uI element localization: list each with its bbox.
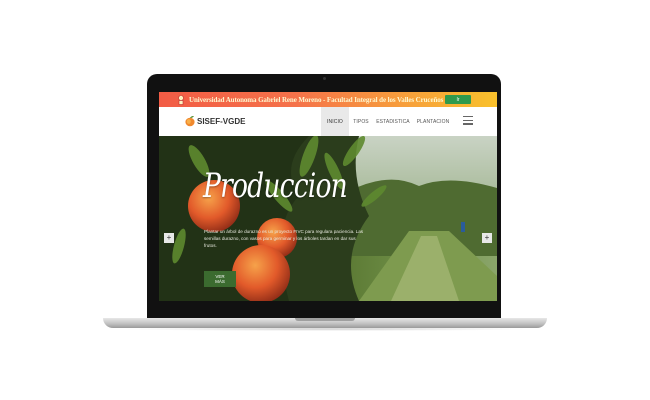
nav-item-inicio[interactable]: INICIO (321, 107, 349, 136)
nav-item-estadistica[interactable]: ESTADISTICA (375, 107, 411, 136)
laptop-base (103, 318, 547, 328)
laptop-notch (295, 318, 355, 321)
hero-title: Produccion (203, 166, 348, 206)
laptop-screen: Universidad Autonoma Gabriel Rene Moreno… (159, 92, 497, 301)
university-banner: Universidad Autonoma Gabriel Rene Moreno… (159, 92, 497, 107)
nav-item-plantacion[interactable]: PLANTACION (415, 107, 451, 136)
peach-logo-icon[interactable] (184, 115, 196, 127)
ver-mas-button[interactable]: VER MÁS (204, 271, 236, 287)
university-seal-icon (178, 94, 184, 105)
nav-item-tipos[interactable]: TIPOS (351, 107, 371, 136)
hamburger-icon[interactable] (463, 116, 473, 125)
hero-slider: Produccion Plantar un árbol de durazno e… (159, 136, 497, 301)
banner-text: Universidad Autonoma Gabriel Rene Moreno… (189, 95, 462, 104)
chevron-right-icon[interactable]: + (482, 233, 492, 243)
navbar: SISEF-VGDE INICIO TIPOS ESTADISTICA PLAN… (159, 107, 497, 137)
brand-name[interactable]: SISEF-VGDE (197, 117, 245, 126)
ir-button[interactable]: Ir (445, 95, 471, 104)
hero-description: Plantar un árbol de durazno es un proyec… (204, 229, 364, 248)
chevron-left-icon[interactable]: + (164, 233, 174, 243)
camera (322, 77, 326, 80)
